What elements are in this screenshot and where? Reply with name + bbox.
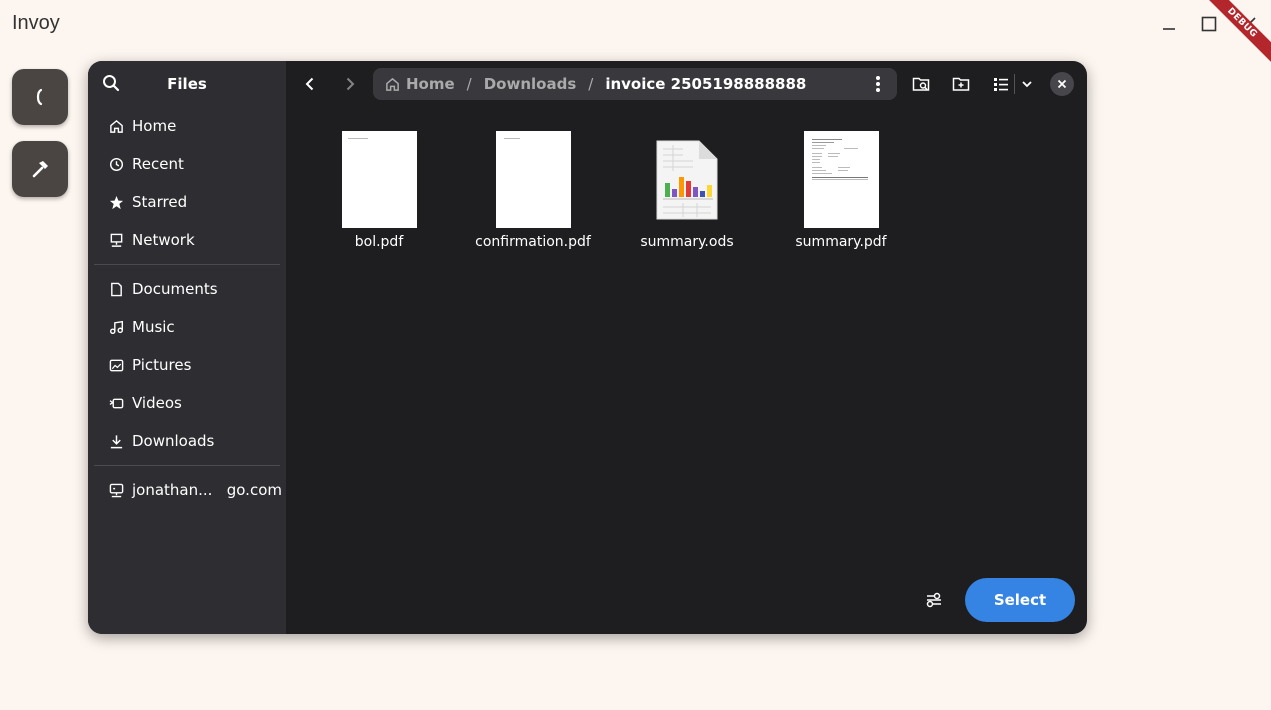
close-icon	[1242, 17, 1256, 31]
new-folder-button[interactable]	[944, 67, 978, 101]
file-item[interactable]: confirmation.pdf	[456, 131, 610, 250]
back-button[interactable]	[293, 67, 327, 101]
sidebar-item-home[interactable]: Home	[88, 107, 286, 145]
folder-search-icon	[912, 77, 930, 91]
forward-button[interactable]	[333, 67, 367, 101]
sidebar-item-pictures[interactable]: Pictures	[88, 346, 286, 384]
maximize-button[interactable]	[1199, 14, 1219, 34]
sidebar-item-network[interactable]: Network	[88, 221, 286, 259]
file-name: summary.ods	[640, 234, 734, 250]
close-window-button[interactable]	[1239, 14, 1259, 34]
file-item[interactable]: summary.ods	[610, 131, 764, 250]
clock-icon	[108, 156, 124, 172]
hammer-button[interactable]	[12, 141, 68, 197]
remote-list: jonathan... go.com	[88, 471, 286, 509]
view-mode-button[interactable]	[984, 67, 1018, 101]
path-menu-button[interactable]	[865, 71, 891, 97]
remote-icon	[108, 482, 124, 498]
sidebar: Files Home Recent Starred Network Docume…	[88, 61, 286, 634]
sidebar-divider	[94, 465, 280, 466]
file-thumbnail	[341, 131, 417, 228]
sidebar-item-downloads[interactable]: Downloads	[88, 422, 286, 460]
chevron-left-icon	[305, 77, 314, 91]
path-bar: Home / Downloads / invoice 2505198888888	[373, 68, 897, 100]
search-icon	[103, 75, 120, 92]
document-icon	[108, 281, 124, 297]
chevron-down-icon	[1022, 81, 1032, 88]
picture-icon	[108, 357, 124, 373]
breadcrumb-label: Home	[406, 75, 455, 93]
sidebar-item-remote-server[interactable]: jonathan... go.com	[88, 471, 286, 509]
home-icon	[108, 118, 124, 134]
breadcrumb-separator: /	[588, 75, 594, 93]
file-grid: bol.pdf confirmation.pdf summary.ods sum…	[302, 131, 918, 250]
sidebar-item-videos[interactable]: Videos	[88, 384, 286, 422]
sidebar-item-music[interactable]: Music	[88, 308, 286, 346]
sidebar-item-documents[interactable]: Documents	[88, 270, 286, 308]
debug-banner: DEBUG	[1191, 0, 1271, 80]
sidebar-item-label: jonathan... go.com	[132, 481, 282, 499]
sidebar-item-label: Downloads	[132, 432, 215, 450]
breadcrumb-separator: /	[466, 75, 472, 93]
app-title: Invoy	[12, 12, 60, 34]
sidebar-item-recent[interactable]: Recent	[88, 145, 286, 183]
file-item[interactable]: summary.pdf	[764, 131, 918, 250]
pdf-thumbnail	[803, 131, 879, 228]
sidebar-header: Files	[88, 61, 286, 107]
select-button[interactable]: Select	[965, 578, 1075, 622]
pdf-thumbnail	[495, 131, 571, 228]
window-controls	[1159, 14, 1259, 34]
file-name: summary.pdf	[795, 234, 887, 250]
places-list: Home Recent Starred Network	[88, 107, 286, 259]
sidebar-divider	[94, 264, 280, 265]
pdf-thumbnail	[341, 131, 417, 228]
sidebar-item-label: Recent	[132, 155, 184, 173]
breadcrumb-downloads[interactable]: Downloads	[484, 75, 577, 93]
file-thumbnail	[803, 131, 879, 228]
video-icon	[108, 395, 124, 411]
file-name: confirmation.pdf	[475, 234, 591, 250]
chevron-right-icon	[346, 77, 355, 91]
home-icon	[386, 77, 399, 91]
folder-new-icon	[952, 77, 970, 91]
sidebar-item-label: Starred	[132, 193, 188, 211]
file-item[interactable]: bol.pdf	[302, 131, 456, 250]
hammer-icon	[32, 161, 48, 178]
moon-button[interactable]	[12, 69, 68, 125]
list-view-icon	[994, 78, 1008, 91]
file-browser-main: Home / Downloads / invoice 2505198888888	[286, 61, 1087, 634]
file-name: bol.pdf	[354, 234, 404, 250]
file-chooser-dialog: Files Home Recent Starred Network Docume…	[88, 61, 1087, 634]
sidebar-item-label: Network	[132, 231, 195, 249]
close-dialog-button[interactable]	[1050, 72, 1074, 96]
bookmarks-list: Documents Music Pictures Videos Download…	[88, 270, 286, 460]
sidebar-item-label: Videos	[132, 394, 182, 412]
sidebar-item-label: Documents	[132, 280, 218, 298]
toolbar: Home / Downloads / invoice 2505198888888	[286, 61, 1087, 107]
sidebar-item-label: Music	[132, 318, 175, 336]
minimize-icon	[1163, 28, 1175, 30]
music-icon	[108, 319, 124, 335]
spreadsheet-icon	[656, 140, 718, 219]
breadcrumb-home[interactable]: Home	[385, 75, 455, 93]
breadcrumb-current-folder[interactable]: invoice 2505198888888	[605, 75, 806, 93]
sidebar-item-starred[interactable]: Starred	[88, 183, 286, 221]
star-icon	[108, 194, 124, 210]
search-folder-button[interactable]	[904, 67, 938, 101]
moon-icon	[36, 88, 43, 106]
network-icon	[108, 232, 124, 248]
filter-settings-icon	[926, 592, 941, 608]
more-vertical-icon	[876, 76, 880, 92]
sidebar-item-label: Pictures	[132, 356, 192, 374]
file-thumbnail	[653, 131, 721, 228]
sidebar-item-label: Home	[132, 117, 177, 135]
maximize-icon	[1201, 16, 1217, 32]
filter-options-button[interactable]	[922, 588, 946, 612]
file-thumbnail	[495, 131, 571, 228]
view-options-button[interactable]	[1014, 67, 1040, 101]
close-icon	[1057, 79, 1067, 89]
download-icon	[108, 433, 124, 449]
minimize-button[interactable]	[1159, 14, 1179, 34]
sidebar-search-button[interactable]	[102, 74, 122, 94]
